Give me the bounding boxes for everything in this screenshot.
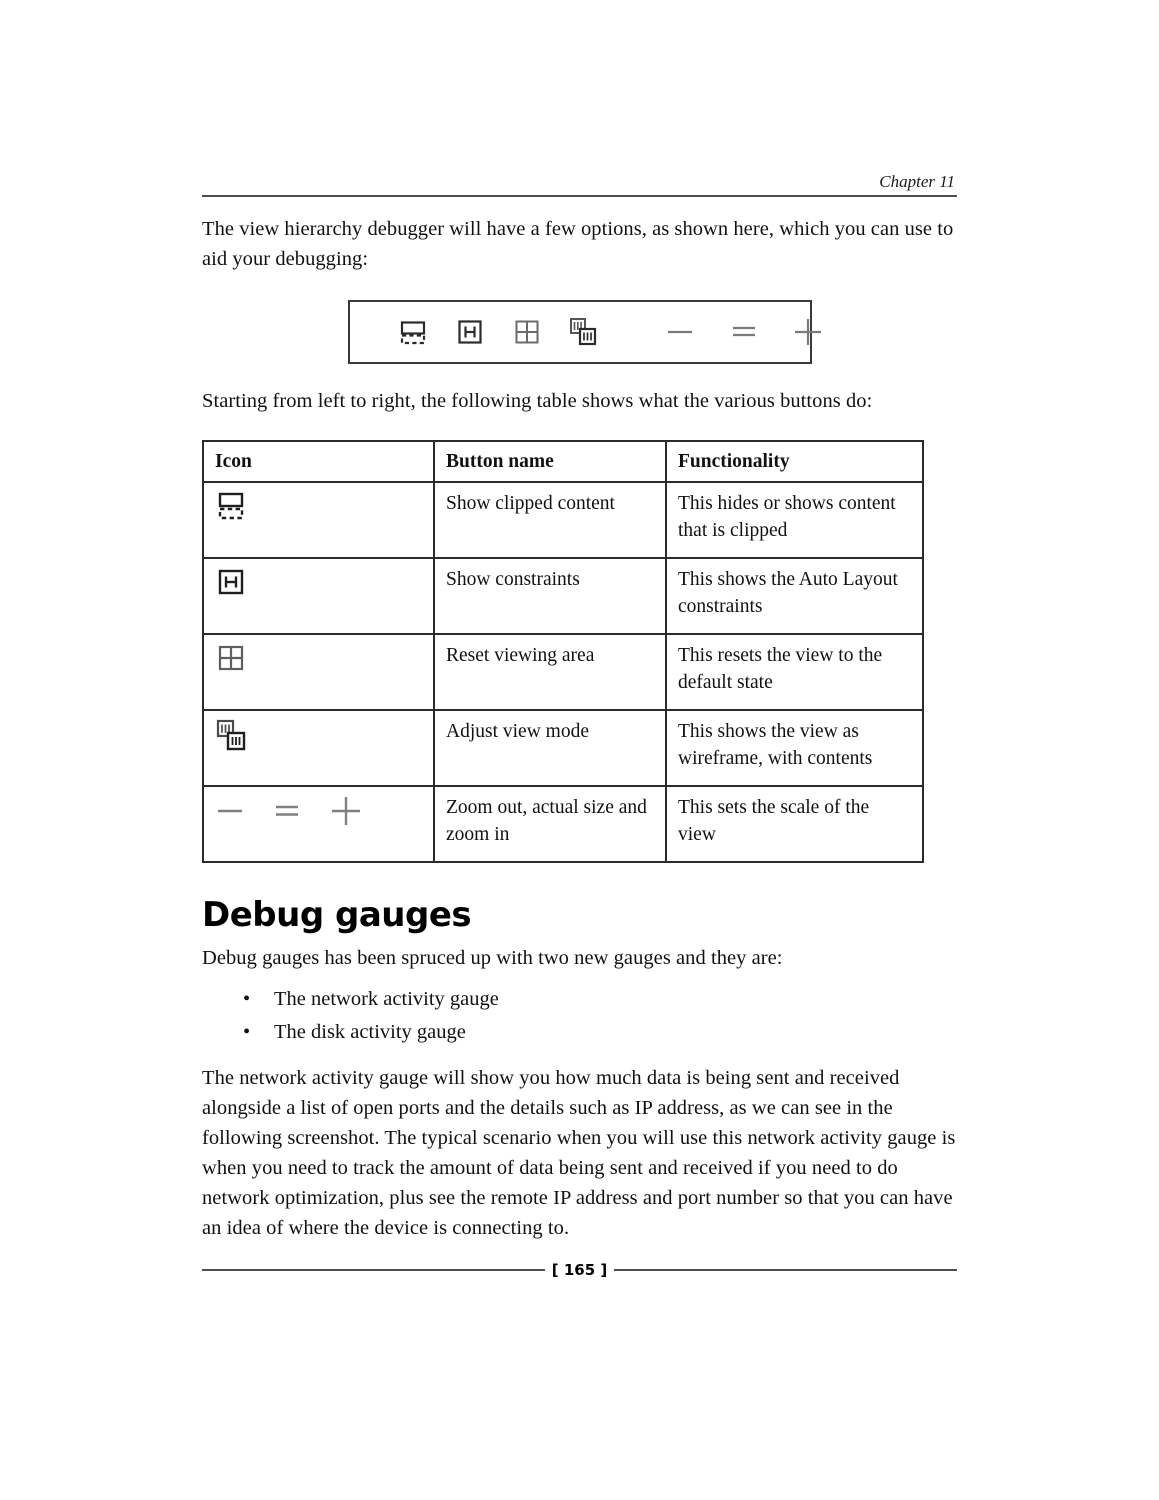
table-cell-button-name: Adjust view mode [433, 709, 667, 787]
footer-divider-right [614, 1269, 957, 1271]
adjust-view-mode-icon[interactable] [567, 315, 601, 349]
show-clipped-content-icon[interactable] [396, 315, 430, 349]
page-content: The view hierarchy debugger will have a … [202, 214, 957, 1243]
column-header-icon: Icon [202, 440, 435, 483]
table-cell-functionality: This sets the scale of the view [665, 785, 924, 863]
table-cell-button-name: Reset viewing area [433, 633, 667, 711]
show-constraints-icon [215, 566, 247, 606]
column-header-functionality: Functionality [665, 440, 924, 483]
table-cell-icon [202, 557, 435, 635]
toolbar-zoom-group [663, 315, 825, 349]
table-cell-functionality: This hides or shows content that is clip… [665, 481, 924, 559]
page-footer: [ 165 ] [202, 1262, 957, 1278]
network-gauge-paragraph: The network activity gauge will show you… [202, 1067, 956, 1239]
zoom-in-icon [329, 794, 363, 836]
show-clipped-content-icon [215, 490, 247, 532]
table-cell-functionality: This shows the view as wireframe, with c… [665, 709, 924, 787]
toolbar-left-group [396, 315, 601, 349]
table-intro-paragraph: Starting from left to right, the followi… [202, 390, 873, 412]
debug-gauges-intro: Debug gauges has been spruced up with tw… [202, 947, 783, 969]
column-header-button-name: Button name [433, 440, 667, 483]
actual-size-icon[interactable] [727, 315, 761, 349]
bullet-icon: • [243, 1021, 251, 1043]
zoom-out-icon [215, 796, 245, 834]
zoom-out-icon[interactable] [663, 315, 697, 349]
list-item-label: The disk activity gauge [274, 1021, 466, 1043]
page-number: [ 165 ] [551, 1261, 608, 1279]
table-header-row: Icon Button name Functionality [202, 440, 924, 483]
chapter-label: Chapter 11 [879, 172, 955, 191]
table-cell-icon [202, 709, 435, 787]
page-header: Chapter 11 [202, 172, 957, 197]
show-constraints-icon[interactable] [453, 315, 487, 349]
footer-divider-left [202, 1269, 545, 1271]
header-divider [202, 195, 957, 197]
list-item: • The network activity gauge [202, 983, 957, 1016]
table-cell-icon [202, 633, 435, 711]
table-cell-button-name: Show clipped content [433, 481, 667, 559]
intro-paragraph: The view hierarchy debugger will have a … [202, 218, 954, 270]
toolbar-figure [202, 300, 957, 364]
table-cell-functionality: This resets the view to the default stat… [665, 633, 924, 711]
table-cell-icon [202, 785, 435, 863]
list-item: • The disk activity gauge [202, 1016, 957, 1049]
zoom-in-icon[interactable] [791, 315, 825, 349]
table-row: Adjust view mode This shows the view as … [202, 709, 924, 787]
table-cell-functionality: This shows the Auto Layout constraints [665, 557, 924, 635]
bullet-icon: • [243, 988, 251, 1010]
table-cell-button-name: Zoom out, actual size and zoom in [433, 785, 667, 863]
table-row: Reset viewing area This resets the view … [202, 633, 924, 711]
list-item-label: The network activity gauge [274, 988, 499, 1010]
document-page: Chapter 11 The view hierarchy debugger w… [0, 0, 1159, 1500]
gauges-list: • The network activity gauge • The disk … [202, 983, 957, 1049]
buttons-table: Icon Button name Functionality Show clip… [202, 440, 924, 863]
reset-viewing-area-icon[interactable] [510, 315, 544, 349]
table-row: Zoom out, actual size and zoom in This s… [202, 785, 924, 863]
table-cell-button-name: Show constraints [433, 557, 667, 635]
table-row: Show clipped content This hides or shows… [202, 481, 924, 559]
actual-size-icon [272, 796, 302, 834]
debugger-toolbar [347, 300, 821, 364]
page-title: Debug gauges [202, 895, 472, 935]
table-cell-icon [202, 481, 435, 559]
adjust-view-mode-icon [215, 718, 249, 762]
table-row: Show constraints This shows the Auto Lay… [202, 557, 924, 635]
reset-viewing-area-icon [215, 642, 247, 682]
